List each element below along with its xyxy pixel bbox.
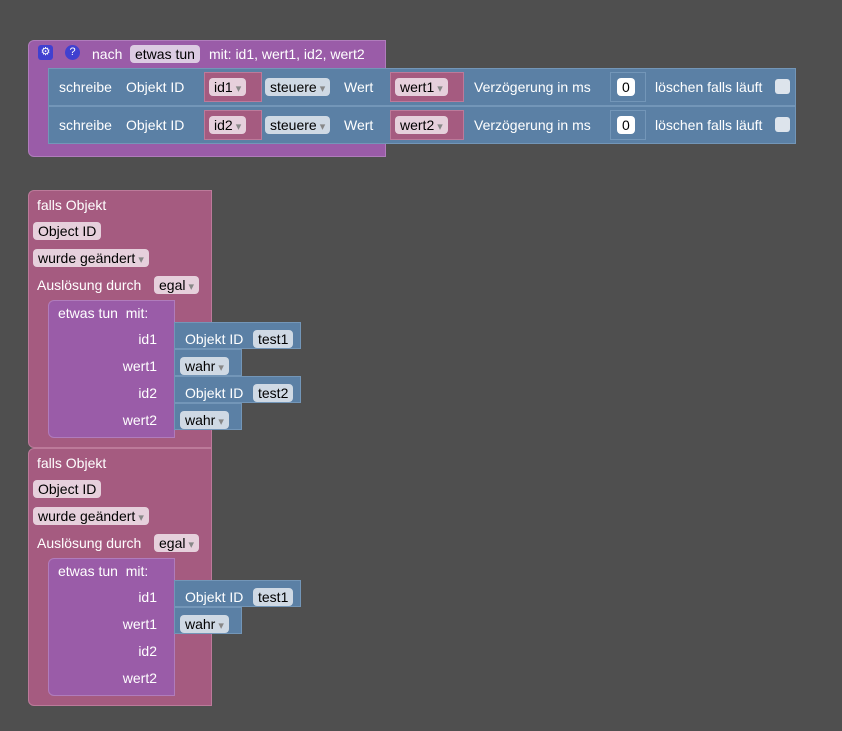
value-label: Wert [344, 117, 374, 133]
object-id-label: Objekt ID [126, 117, 185, 133]
delay-label: Verzögerung in ms [474, 117, 591, 133]
boolean-dropdown[interactable]: wahr [180, 357, 229, 375]
argument-label: wert2 [122, 670, 157, 686]
boolean-dropdown[interactable]: wahr [180, 411, 229, 429]
id-variable-dropdown[interactable]: id2 [209, 116, 247, 134]
clear-if-running-label: löschen falls läuft [655, 79, 763, 95]
object-id-label: Objekt ID [185, 331, 244, 347]
clear-if-running-checkbox[interactable] [775, 117, 790, 132]
trigger-by-label: Auslösung durch [37, 277, 142, 293]
object-id-label: Objekt ID [126, 79, 185, 95]
write-label: schreibe [59, 117, 112, 133]
argument-label: wert2 [122, 412, 157, 428]
object-id-input[interactable]: test1 [253, 588, 294, 606]
help-icon[interactable]: ? [65, 45, 80, 60]
argument-label: wert1 [122, 616, 157, 632]
gear-icon[interactable]: ⚙ [38, 45, 53, 60]
object-id-input[interactable]: test2 [253, 384, 294, 402]
delay-input[interactable]: 0 [617, 78, 635, 96]
trigger-by-dropdown[interactable]: egal [154, 534, 200, 552]
boolean-dropdown[interactable]: wahr [180, 615, 229, 633]
trigger-title: falls Objekt [37, 197, 107, 213]
procedure-call-label: etwas tun mit: [58, 563, 149, 579]
argument-label: wert1 [122, 358, 157, 374]
trigger-title: falls Objekt [37, 455, 107, 471]
event-dropdown[interactable]: wurde geändert [33, 249, 149, 267]
object-id-field[interactable]: Object ID [33, 222, 102, 240]
procedure-call-label: etwas tun mit: [58, 305, 149, 321]
trigger-by-label: Auslösung durch [37, 535, 142, 551]
value-label: Wert [344, 79, 374, 95]
clear-if-running-label: löschen falls läuft [655, 117, 763, 133]
argument-label: id1 [138, 331, 157, 347]
delay-label: Verzögerung in ms [474, 79, 591, 95]
argument-label: id2 [138, 385, 157, 401]
mode-dropdown[interactable]: steuere [265, 78, 331, 96]
event-dropdown[interactable]: wurde geändert [33, 507, 149, 525]
object-id-input[interactable]: test1 [253, 330, 294, 348]
trigger-by-dropdown[interactable]: egal [154, 276, 200, 294]
object-id-field[interactable]: Object ID [33, 480, 102, 498]
value-variable-dropdown[interactable]: wert1 [395, 78, 448, 96]
mode-dropdown[interactable]: steuere [265, 116, 331, 134]
procedure-prefix: nach [92, 46, 123, 62]
object-id-label: Objekt ID [185, 385, 244, 401]
argument-label: id2 [138, 643, 157, 659]
object-id-label: Objekt ID [185, 589, 244, 605]
value-variable-dropdown[interactable]: wert2 [395, 116, 448, 134]
id-variable-dropdown[interactable]: id1 [209, 78, 247, 96]
procedure-name-field[interactable]: etwas tun [130, 45, 200, 63]
argument-label: id1 [138, 589, 157, 605]
clear-if-running-checkbox[interactable] [775, 79, 790, 94]
write-label: schreibe [59, 79, 112, 95]
procedure-params: mit: id1, wert1, id2, wert2 [209, 46, 365, 62]
delay-input[interactable]: 0 [617, 116, 635, 134]
